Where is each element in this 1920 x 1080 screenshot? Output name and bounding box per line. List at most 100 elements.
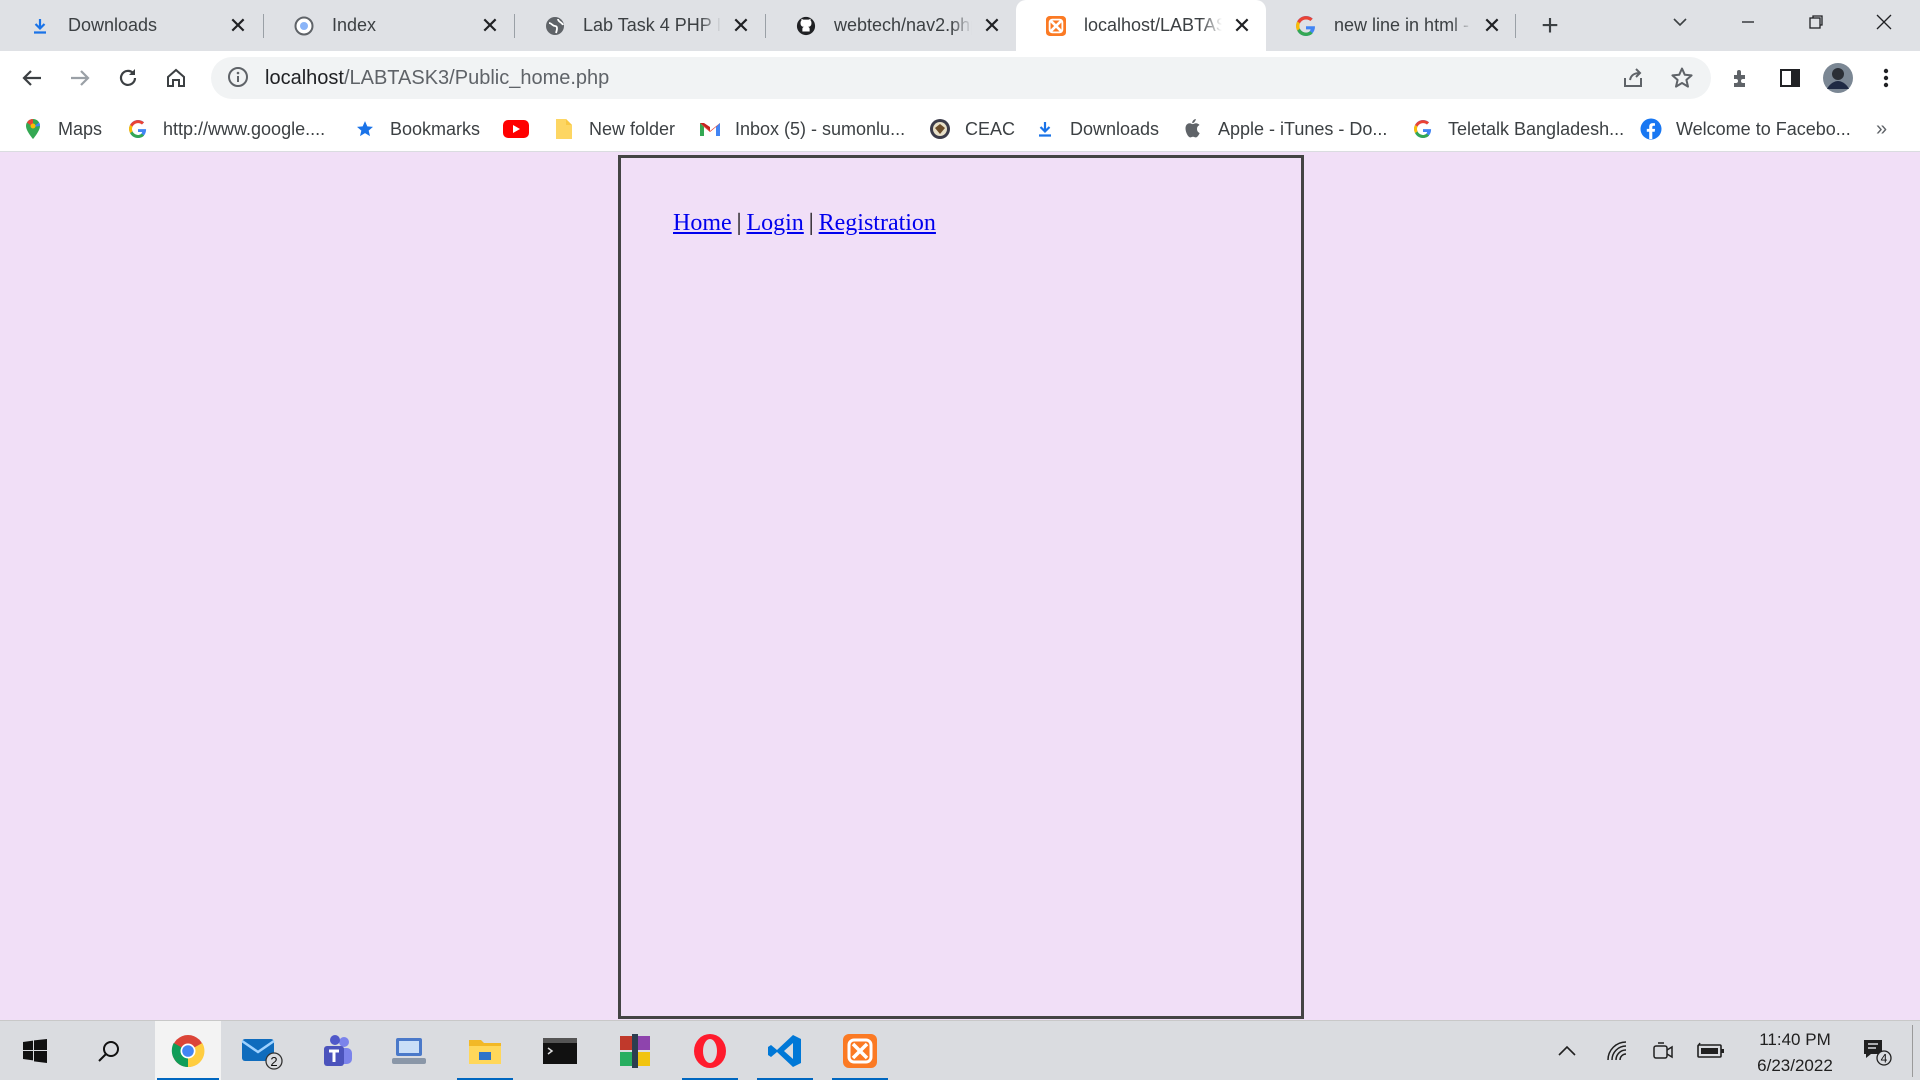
close-window-button[interactable] (1854, 0, 1914, 44)
tab-index[interactable]: Index ✕ (264, 0, 514, 51)
address-bar[interactable]: localhost/LABTASK3/Public_home.php (211, 57, 1711, 99)
google-icon (1296, 15, 1316, 36)
bookmarks-bar: Maps http://www.google.... Bookmarks New… (0, 106, 1920, 152)
folder-icon (553, 118, 575, 140)
taskbar-teams[interactable] (305, 1021, 365, 1080)
bookmark-downloads[interactable]: Downloads (1034, 106, 1159, 152)
content-container: Home | Login | Registration (618, 155, 1304, 1019)
site-navigation: Home | Login | Registration (673, 210, 936, 237)
clock-date: 6/23/2022 (1757, 1056, 1833, 1075)
start-button[interactable] (5, 1021, 65, 1080)
restore-button[interactable] (1786, 0, 1846, 44)
notification-badge: 4 (1881, 1052, 1888, 1066)
teams-icon (324, 1035, 352, 1066)
tab-localhost-labtask3[interactable]: localhost/LABTASK3 ✕ (1016, 0, 1266, 51)
show-desktop-button[interactable] (1912, 1025, 1913, 1077)
bookmark-ceac[interactable]: CEAC (929, 106, 1015, 152)
globe-face-icon (294, 16, 314, 36)
xampp-icon (843, 1034, 877, 1068)
new-tab-button[interactable]: + (1534, 9, 1566, 42)
search-icon[interactable] (79, 1021, 139, 1080)
close-icon[interactable]: ✕ (1230, 13, 1254, 38)
share-icon[interactable] (1621, 66, 1645, 95)
taskbar-vscode[interactable] (755, 1021, 815, 1080)
back-button[interactable] (13, 59, 51, 97)
close-icon[interactable]: ✕ (478, 13, 502, 38)
tab-strip: Downloads ✕ Index ✕ Lab Task 4 PHP Incl … (0, 0, 1920, 51)
tab-separator (1515, 14, 1516, 38)
extensions-icon[interactable] (1723, 59, 1761, 97)
show-hidden-icons-chevron-icon[interactable] (1552, 1021, 1582, 1080)
terminal-icon (543, 1038, 577, 1064)
bookmark-teletalk[interactable]: Teletalk Bangladesh... (1412, 106, 1624, 152)
taskbar-clock[interactable]: 11:40 PM 6/23/2022 (1740, 1027, 1850, 1079)
bookmark-facebook[interactable]: Welcome to Facebo... (1640, 106, 1851, 152)
mail-icon: 2 (241, 1039, 283, 1070)
bookmark-bookmarks[interactable]: Bookmarks (354, 106, 480, 152)
bookmark-youtube[interactable] (503, 106, 543, 152)
close-icon[interactable]: ✕ (729, 13, 753, 38)
taskbar-xampp[interactable] (830, 1021, 890, 1080)
taskbar-winrar[interactable] (605, 1021, 665, 1080)
download-icon (30, 16, 50, 36)
url-text: localhost/LABTASK3/Public_home.php (265, 67, 609, 90)
mail-badge: 2 (270, 1054, 277, 1069)
menu-kebab-icon[interactable] (1867, 59, 1905, 97)
tab-new-line-in-html[interactable]: new line in html - G ✕ (1266, 0, 1516, 51)
gmail-icon (699, 118, 721, 140)
seal-icon (929, 118, 951, 140)
github-icon (796, 16, 816, 36)
windows-taskbar: 2 11:40 PM 6/23/2022 4 (0, 1020, 1920, 1080)
meet-now-icon[interactable] (1646, 1021, 1680, 1080)
download-icon (1034, 118, 1056, 140)
maps-icon (22, 118, 44, 140)
site-info-icon[interactable] (227, 66, 251, 90)
notification-center-icon[interactable]: 4 (1856, 1021, 1896, 1080)
network-computer-icon (392, 1038, 426, 1064)
apple-icon (1182, 118, 1204, 140)
bookmark-star-icon[interactable] (1670, 66, 1694, 95)
taskbar-terminal[interactable] (530, 1021, 590, 1080)
tab-search-chevron-icon[interactable] (1650, 0, 1710, 44)
nav-separator: | (736, 210, 742, 236)
bookmark-inbox[interactable]: Inbox (5) - sumonlu... (699, 106, 905, 152)
nav-link-registration[interactable]: Registration (819, 210, 936, 236)
profile-avatar[interactable] (1819, 59, 1857, 97)
taskbar-network-app[interactable] (379, 1021, 439, 1080)
taskbar-file-explorer[interactable] (455, 1021, 515, 1080)
minimize-button[interactable] (1718, 0, 1778, 44)
wifi-icon[interactable] (1600, 1021, 1634, 1080)
bookmark-google[interactable]: http://www.google.... (127, 106, 325, 152)
battery-icon[interactable] (1692, 1021, 1730, 1080)
bookmarks-overflow-button[interactable]: » (1876, 106, 1887, 152)
nav-link-home[interactable]: Home (673, 210, 732, 236)
forward-button[interactable] (61, 59, 99, 97)
taskbar-opera[interactable] (680, 1021, 740, 1080)
bookmark-new-folder[interactable]: New folder (553, 106, 675, 152)
close-icon[interactable]: ✕ (226, 13, 250, 38)
taskbar-mail[interactable]: 2 (232, 1021, 292, 1080)
reload-button[interactable] (109, 59, 147, 97)
winrar-icon (620, 1034, 650, 1068)
close-icon[interactable]: ✕ (1480, 13, 1504, 38)
nav-link-login[interactable]: Login (746, 210, 803, 236)
tab-downloads[interactable]: Downloads ✕ (0, 0, 262, 51)
browser-toolbar: localhost/LABTASK3/Public_home.php (0, 51, 1920, 106)
side-panel-icon[interactable] (1771, 59, 1809, 97)
vscode-icon (768, 1035, 801, 1067)
tab-webtech-nav2[interactable]: webtech/nav2.php ✕ (766, 0, 1016, 51)
bookmark-maps[interactable]: Maps (22, 106, 102, 152)
globe-icon (545, 16, 565, 36)
google-icon (127, 118, 149, 140)
taskbar-chrome[interactable] (155, 1021, 221, 1080)
nav-separator: | (808, 210, 814, 236)
facebook-icon (1640, 118, 1662, 140)
xampp-icon (1046, 15, 1066, 36)
opera-icon (694, 1034, 726, 1068)
tab-lab-task-4[interactable]: Lab Task 4 PHP Incl ✕ (515, 0, 765, 51)
home-button[interactable] (157, 59, 195, 97)
close-icon[interactable]: ✕ (980, 13, 1004, 38)
clock-time: 11:40 PM (1759, 1030, 1831, 1049)
bookmark-apple-itunes[interactable]: Apple - iTunes - Do... (1182, 106, 1387, 152)
chrome-icon (171, 1035, 205, 1068)
